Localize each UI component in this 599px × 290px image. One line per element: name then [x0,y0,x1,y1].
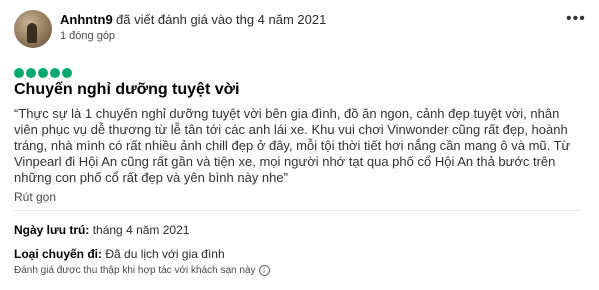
rating-bubble [26,68,36,78]
stay-date-value: tháng 4 năm 2021 [92,223,190,237]
trip-type-label: Loại chuyến đi: [14,247,103,261]
info-icon[interactable]: i [258,265,270,276]
more-options-icon[interactable]: ••• [566,10,586,28]
review-card: Anhntn9 đã viết đánh giá vào thg 4 năm 2… [0,0,599,290]
trip-type: Loại chuyến đi: Đã du lịch với gia đình [14,247,225,261]
rating-bubble [14,68,24,78]
review-title[interactable]: Chuyến nghỉ dưỡng tuyệt vời [14,81,239,99]
trip-type-value: Đã du lịch với gia đình [105,247,225,261]
rating-bubble [38,68,48,78]
contributions-count: 1 đóng góp [60,30,116,42]
collection-note: Đánh giá được thu thập khi hợp tác với k… [14,265,270,276]
stay-date: Ngày lưu trú: tháng 4 năm 2021 [14,223,189,237]
reviewer-username[interactable]: Anhntn9 [60,12,113,27]
rating-bubble [62,68,72,78]
review-body: “Thực sự là 1 chuyến nghỉ dưỡng tuyệt vờ… [14,106,571,185]
divider [14,210,580,211]
collection-note-text: Đánh giá được thu thập khi hợp tác với k… [14,265,256,277]
avatar[interactable] [14,10,52,48]
rating-bubble [50,68,60,78]
rating-bubbles [14,68,72,78]
review-date-text: đã viết đánh giá vào thg 4 năm 2021 [116,12,327,27]
collapse-link[interactable]: Rút gọn [14,190,56,204]
stay-date-label: Ngày lưu trú: [14,223,90,237]
